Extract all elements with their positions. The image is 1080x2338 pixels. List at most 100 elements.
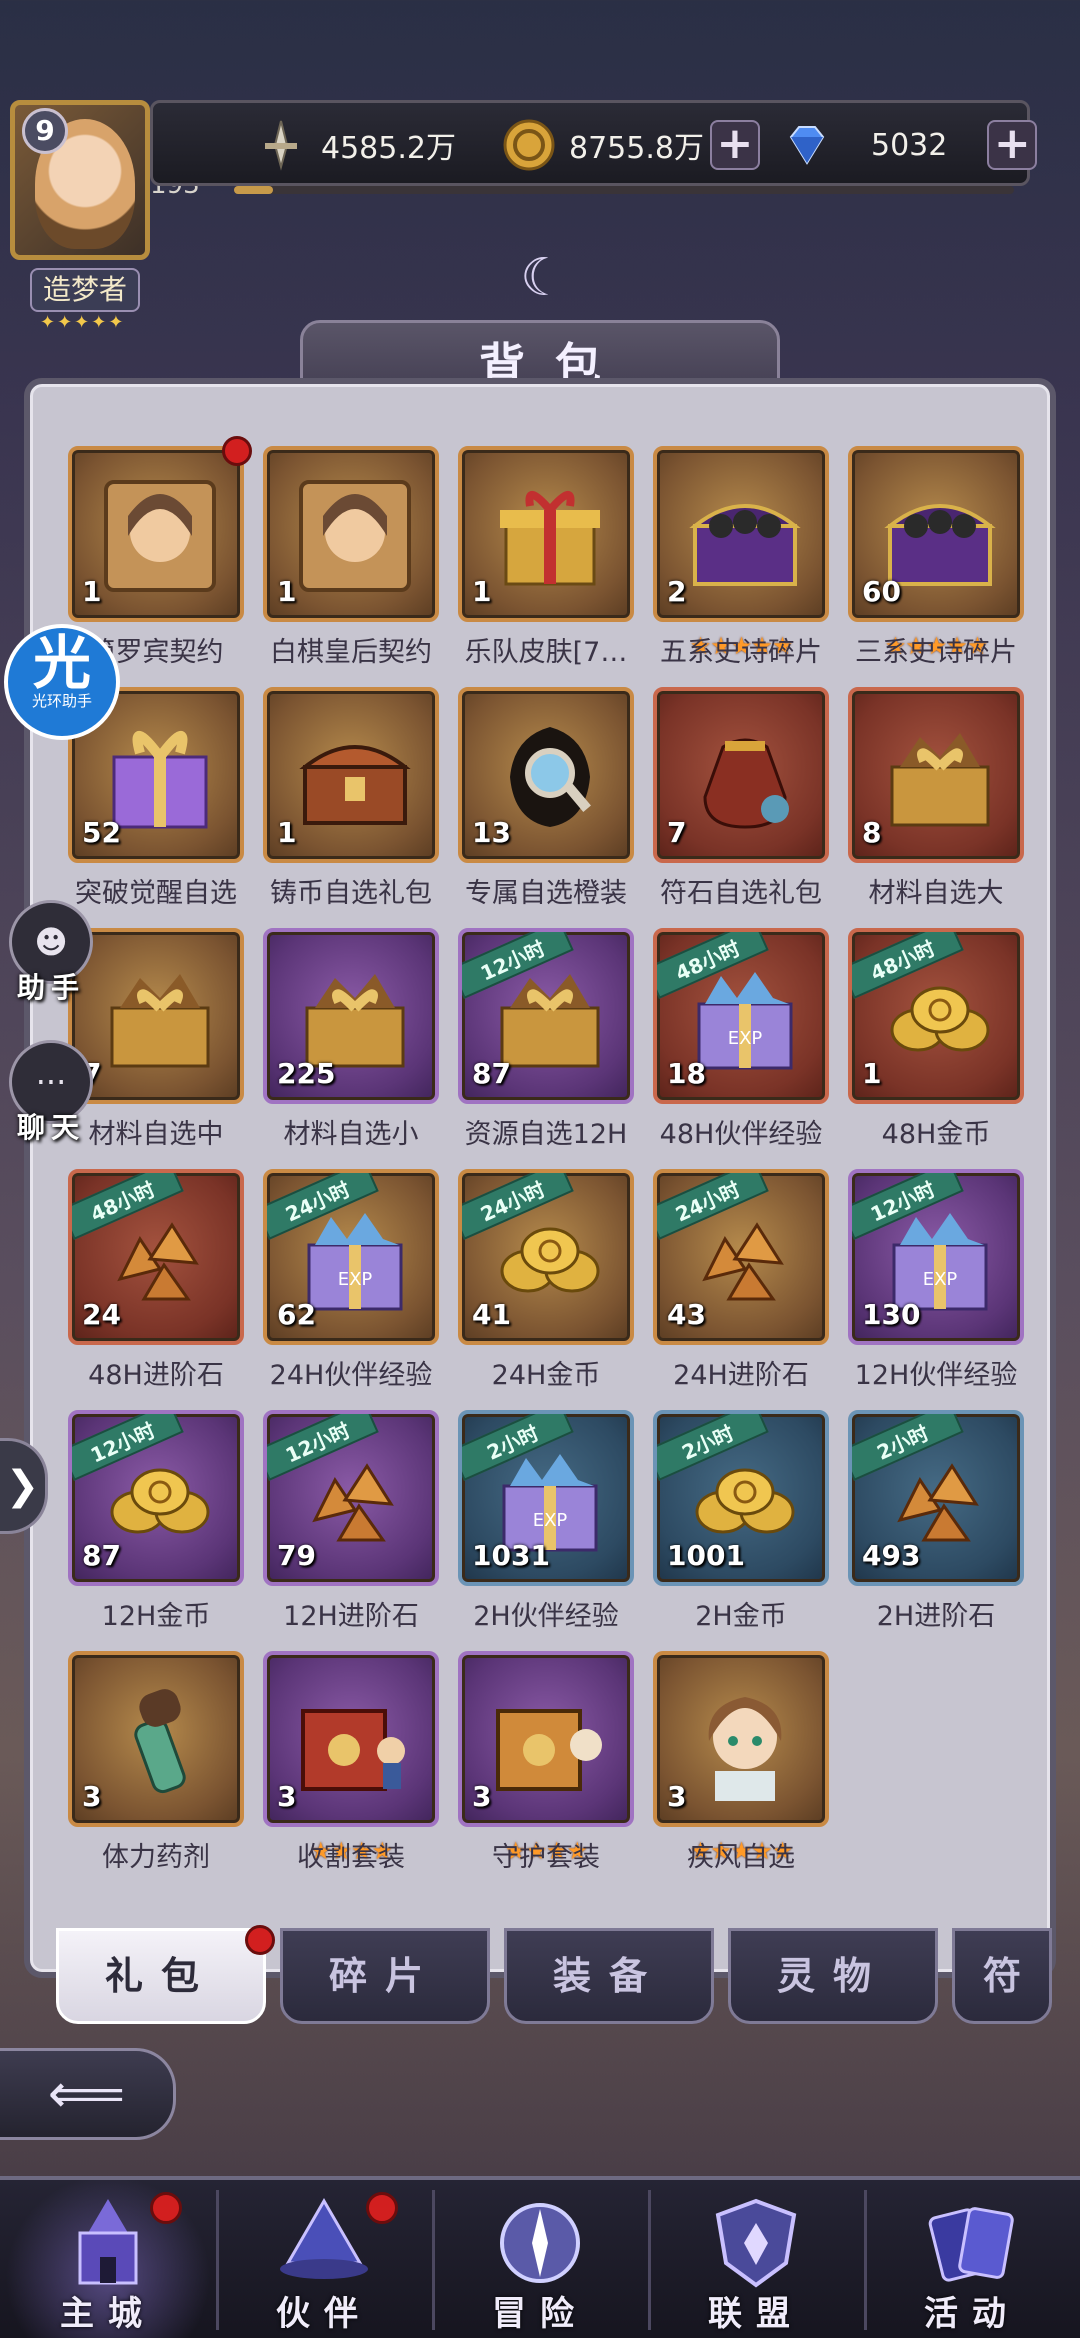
- item-slot[interactable]: EXP 24小时 62 24H伙伴经验: [263, 1169, 439, 1391]
- tab-1[interactable]: 碎片: [280, 1928, 490, 2024]
- item-slot[interactable]: 60 ★★★★★ 三系史诗碎片: [848, 446, 1024, 668]
- nav-divider: [432, 2190, 435, 2330]
- item-count: 130: [862, 1298, 921, 1331]
- item-slot[interactable]: 1 简罗宾契约: [68, 436, 252, 668]
- item-name: 体力药剂: [102, 1842, 210, 1873]
- helper-button[interactable]: ☻ 助手: [6, 900, 96, 1006]
- item-slot[interactable]: 225 材料自选小: [263, 928, 439, 1150]
- item-name: 专属自选橙装: [465, 878, 627, 909]
- item-tile[interactable]: 48小时 1: [848, 928, 1024, 1104]
- item-slot[interactable]: 3 ★★★★★ 疾风自选: [653, 1651, 829, 1873]
- item-slot[interactable]: EXP 12小时 130 12H伙伴经验: [848, 1169, 1024, 1391]
- nav-item-4[interactable]: 活动: [864, 2180, 1080, 2338]
- item-slot[interactable]: 24小时 43 24H进阶石: [653, 1169, 829, 1391]
- cards-icon: [917, 2188, 1027, 2298]
- item-slot[interactable]: 12小时 87 资源自选12H: [458, 928, 634, 1150]
- item-name: 2H金币: [695, 1601, 787, 1632]
- item-slot[interactable]: 1 乐队皮肤[7…: [458, 446, 634, 668]
- nav-item-3[interactable]: 联盟: [648, 2180, 864, 2338]
- item-tile[interactable]: 8: [848, 687, 1024, 863]
- item-tile[interactable]: EXP 2小时 1031: [458, 1410, 634, 1586]
- item-name: 材料自选大: [868, 878, 1004, 909]
- item-slot[interactable]: 7 符石自选礼包: [653, 687, 829, 909]
- item-tile[interactable]: 60: [848, 446, 1024, 622]
- item-tile[interactable]: 7: [653, 687, 829, 863]
- item-count: 3: [277, 1780, 297, 1813]
- item-count: 225: [277, 1057, 336, 1090]
- item-tile[interactable]: 1: [263, 687, 439, 863]
- gold-coin-icon: [501, 117, 557, 173]
- potion-icon: [100, 1681, 220, 1801]
- tab-0[interactable]: 礼包: [56, 1925, 275, 2024]
- item-tile[interactable]: 24小时 41: [458, 1169, 634, 1345]
- item-slot[interactable]: 12小时 87 12H金币: [68, 1410, 244, 1632]
- compass-icon: [485, 2188, 595, 2298]
- item-slot[interactable]: 48小时 1 48H金币: [848, 928, 1024, 1150]
- category-tabs: 礼包 碎片 装备 灵物 符: [56, 1925, 1080, 2028]
- gold-plus-button[interactable]: +: [709, 120, 760, 170]
- tab-3[interactable]: 灵物: [728, 1928, 938, 2024]
- item-tile[interactable]: 13: [458, 687, 634, 863]
- item-count: 1: [82, 575, 102, 608]
- item-name: 12H伙伴经验: [854, 1360, 1018, 1391]
- item-tile[interactable]: 12小时 87: [458, 928, 634, 1104]
- item-name: 资源自选12H: [464, 1119, 628, 1150]
- item-slot[interactable]: 13 专属自选橙装: [458, 687, 634, 909]
- item-tile[interactable]: 2: [653, 446, 829, 622]
- item-count: 18: [667, 1057, 706, 1090]
- item-tile[interactable]: 1: [68, 446, 244, 622]
- item-name: 守护套装: [492, 1842, 600, 1873]
- item-tile[interactable]: 3: [68, 1651, 244, 1827]
- nav-divider: [648, 2190, 651, 2330]
- item-slot[interactable]: 2小时 1001 2H金币: [653, 1410, 829, 1632]
- tab-label: 礼包: [104, 1954, 217, 1998]
- item-tile[interactable]: 3: [263, 1651, 439, 1827]
- item-slot[interactable]: EXP 48小时 18 48H伙伴经验: [653, 928, 829, 1150]
- item-tile[interactable]: 2小时 493: [848, 1410, 1024, 1586]
- item-tile[interactable]: EXP 24小时 62: [263, 1169, 439, 1345]
- player-title: 造梦者: [30, 268, 140, 312]
- assistant-glyph: 光: [32, 629, 91, 697]
- item-tile[interactable]: EXP 12小时 130: [848, 1169, 1024, 1345]
- tab-4[interactable]: 符: [952, 1928, 1052, 2024]
- notification-dot: [245, 1925, 275, 1955]
- item-slot[interactable]: 3 体力药剂: [68, 1651, 244, 1873]
- item-tile[interactable]: 12小时 87: [68, 1410, 244, 1586]
- item-tile[interactable]: 24小时 43: [653, 1169, 829, 1345]
- tab-label: 装备: [552, 1954, 665, 1998]
- puzzle-portrait-icon: [295, 476, 415, 596]
- item-slot[interactable]: 48小时 24 48H进阶石: [68, 1169, 244, 1391]
- diamond-plus-button[interactable]: +: [987, 120, 1038, 170]
- item-tile[interactable]: 3: [653, 1651, 829, 1827]
- chat-button[interactable]: ··· 聊天: [6, 1040, 96, 1146]
- nav-item-2[interactable]: 冒险: [432, 2180, 648, 2338]
- nav-item-0[interactable]: 主城: [0, 2180, 216, 2338]
- tab-2[interactable]: 装备: [504, 1928, 714, 2024]
- item-name: 24H金币: [491, 1360, 601, 1391]
- item-tile[interactable]: 3: [458, 1651, 634, 1827]
- item-slot[interactable]: 3 ★★★★ 收割套装: [263, 1651, 439, 1873]
- item-slot[interactable]: 24小时 41 24H金币: [458, 1169, 634, 1391]
- item-slot[interactable]: 3 ★★★★ 守护套装: [458, 1651, 634, 1873]
- item-tile[interactable]: EXP 48小时 18: [653, 928, 829, 1104]
- item-slot[interactable]: 1 白棋皇后契约: [263, 446, 439, 668]
- item-tile[interactable]: 1: [458, 446, 634, 622]
- item-tile[interactable]: 1: [263, 446, 439, 622]
- item-name: 材料自选小: [283, 1119, 419, 1150]
- item-slot[interactable]: 2小时 493 2H进阶石: [848, 1410, 1024, 1632]
- diamond-value: 5032: [871, 127, 948, 163]
- treasure-chest-icon: [685, 476, 805, 596]
- item-slot[interactable]: 2 ★★★★★ 五系史诗碎片: [653, 446, 829, 668]
- item-tile[interactable]: 48小时 24: [68, 1169, 244, 1345]
- item-tile[interactable]: 12小时 79: [263, 1410, 439, 1586]
- item-slot[interactable]: EXP 2小时 1031 2H伙伴经验: [458, 1410, 634, 1632]
- back-button[interactable]: ⟸: [0, 2048, 176, 2140]
- nav-item-1[interactable]: 伙伴: [216, 2180, 432, 2338]
- item-tile[interactable]: 2小时 1001: [653, 1410, 829, 1586]
- item-tile[interactable]: 225: [263, 928, 439, 1104]
- item-slot[interactable]: 8 材料自选大: [848, 687, 1024, 909]
- item-slot[interactable]: 1 铸币自选礼包: [263, 687, 439, 909]
- item-name: 白棋皇后契约: [270, 637, 432, 668]
- aura-assistant-button[interactable]: 光 光环助手: [4, 624, 120, 740]
- item-slot[interactable]: 12小时 79 12H进阶石: [263, 1410, 439, 1632]
